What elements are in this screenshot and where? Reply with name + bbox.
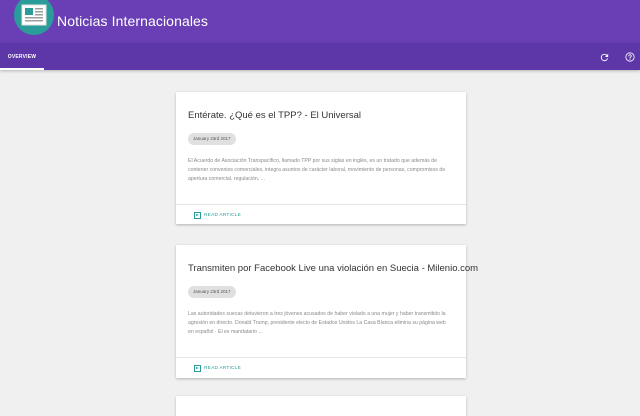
date-chip: January 23rd 2017 — [188, 133, 236, 145]
date-chip: January 23rd 2017 — [188, 286, 236, 298]
divider — [176, 204, 466, 205]
help-icon[interactable] — [624, 51, 636, 63]
read-article-label: READ ARTICLE — [204, 365, 241, 371]
article-title: Transmiten por Facebook Live una violaci… — [188, 263, 479, 274]
refresh-icon[interactable] — [598, 51, 610, 63]
app-title: Noticias Internacionales — [57, 13, 209, 29]
read-article-label: READ ARTICLE — [204, 212, 241, 218]
article-snippet: Las autoridades suecas detuvieron a tres… — [188, 311, 446, 335]
article-card-partial — [176, 396, 466, 416]
article-title: Entérate. ¿Qué es el TPP? - El Universal — [188, 110, 362, 121]
app-bar: Noticias Internacionales — [0, 0, 640, 43]
divider — [176, 357, 466, 358]
open-article-icon — [194, 211, 201, 219]
tab-bar: OVERVIEW — [0, 43, 640, 70]
article-snippet: El Acuerdo de Asociación Transpacífico, … — [188, 158, 446, 182]
newspaper-icon — [14, 0, 54, 35]
read-article-button[interactable]: READ ARTICLE — [194, 210, 241, 220]
open-article-icon — [194, 364, 201, 372]
tab-indicator — [0, 68, 44, 70]
read-article-button[interactable]: READ ARTICLE — [194, 363, 241, 373]
tab-overview[interactable]: OVERVIEW — [0, 43, 44, 70]
article-card: Transmiten por Facebook Live una violaci… — [176, 245, 479, 378]
article-card: Entérate. ¿Qué es el TPP? - El Universal… — [176, 92, 466, 224]
